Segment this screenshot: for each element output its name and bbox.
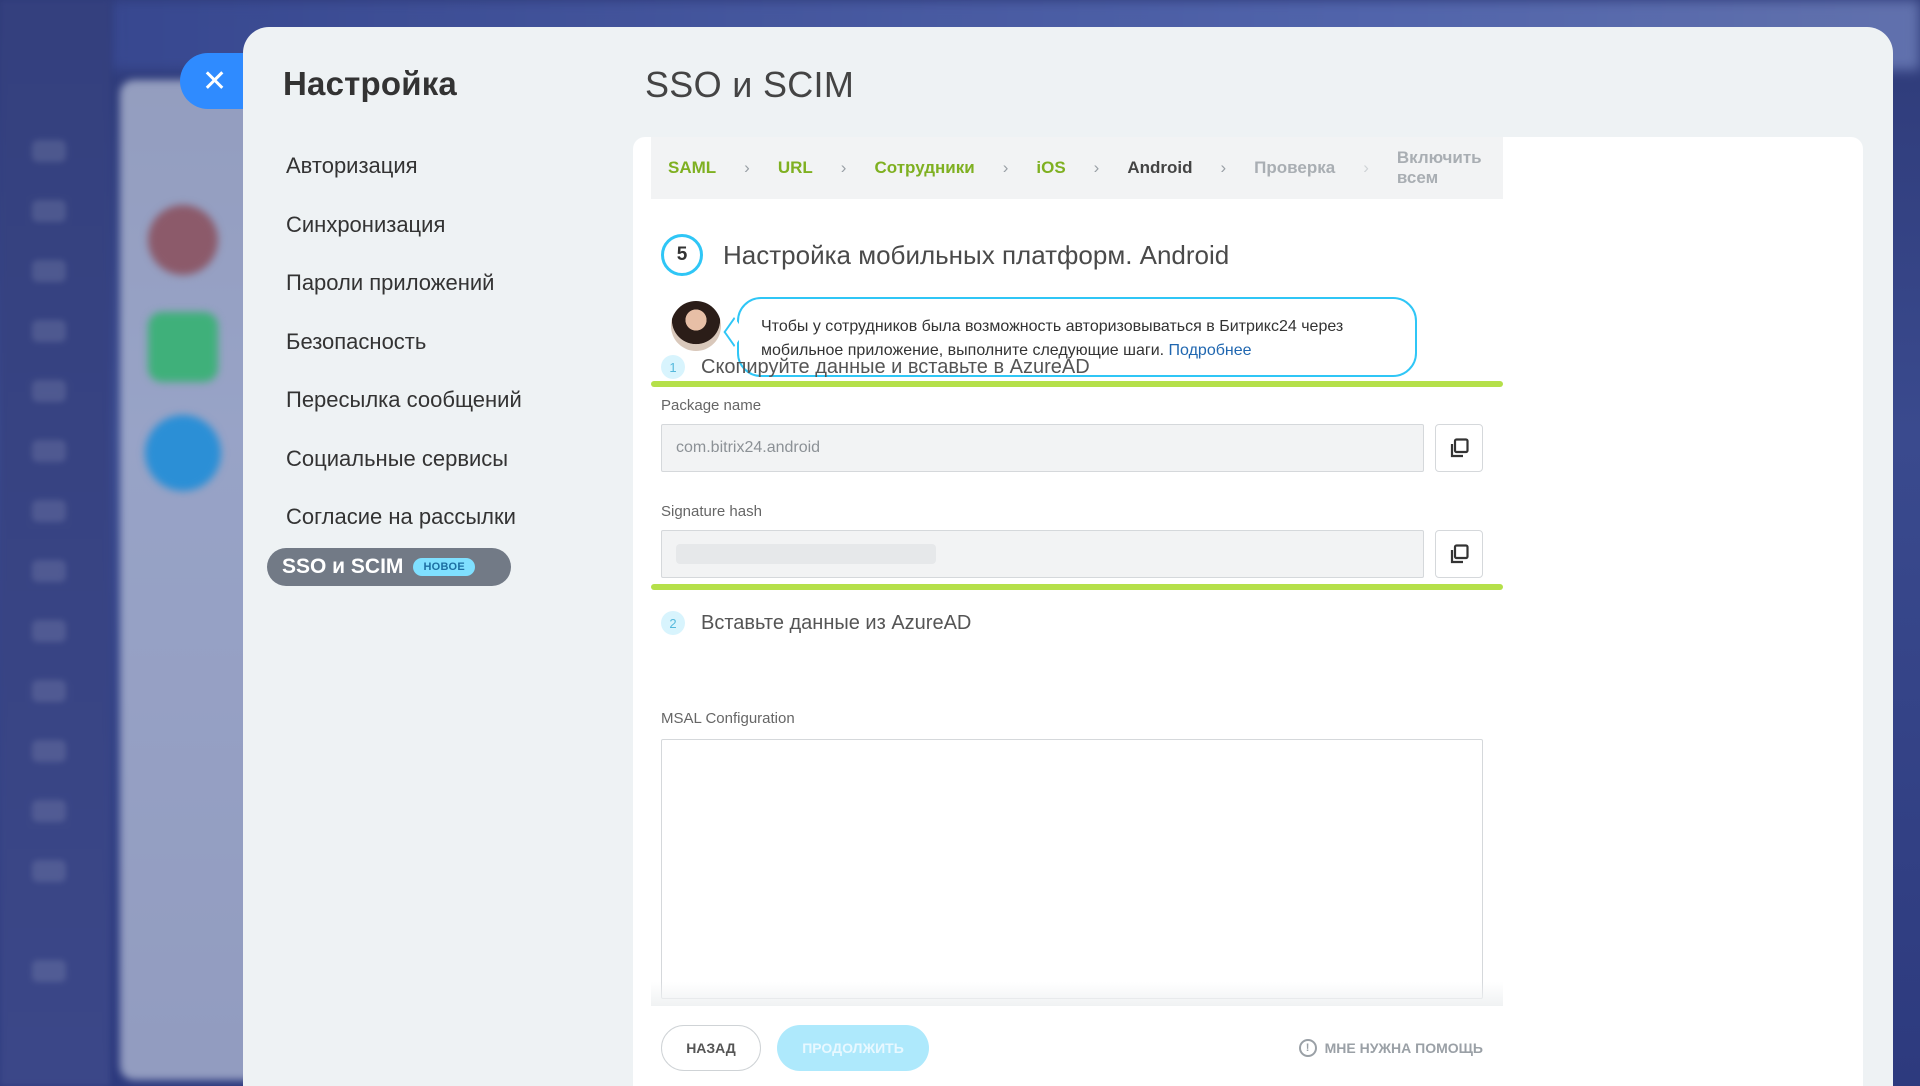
step-check: Проверка (1254, 158, 1336, 177)
section-copy-header: 1 Скопируйте данные и вставьте в AzureAD (661, 355, 1090, 379)
copy-icon (1450, 544, 1469, 564)
msal-label: MSAL Configuration (661, 710, 795, 727)
chevron-right-icon: › (840, 158, 847, 177)
assistant-avatar (671, 301, 721, 351)
background-avatar (145, 415, 221, 491)
step-android[interactable]: Android (1127, 158, 1192, 178)
info-icon: ! (1298, 1039, 1317, 1057)
copy-package-name-button[interactable] (1435, 424, 1483, 472)
wizard-footer: НАЗАД ПРОДОЛЖИТЬ ! МНЕ НУЖНА ПОМОЩЬ (651, 1017, 1503, 1077)
copy-signature-hash-button[interactable] (1435, 530, 1483, 578)
step-number: 5 (661, 234, 703, 276)
settings-menu: Авторизация Синхронизация Пароли приложе… (267, 137, 527, 586)
step-ios[interactable]: iOS (1036, 158, 1065, 178)
section-paste-header: 2 Вставьте данные из AzureAD (661, 611, 971, 635)
sso-wizard: SAML › URL › Сотрудники › iOS › Android … (651, 137, 1503, 1071)
copy-icon (1450, 438, 1469, 458)
help-label: МНЕ НУЖНА ПОМОЩЬ (1324, 1040, 1483, 1056)
menu-item-social-services[interactable]: Социальные сервисы (267, 430, 527, 489)
menu-item-authorization[interactable]: Авторизация (267, 137, 527, 196)
step-saml[interactable]: SAML (668, 158, 716, 178)
chevron-right-icon: › (744, 158, 750, 177)
menu-item-mailing-consent[interactable]: Согласие на рассылки (267, 488, 527, 547)
section-number: 1 (661, 355, 685, 379)
menu-item-sync[interactable]: Синхронизация (267, 196, 527, 255)
section-number: 2 (661, 611, 685, 635)
content-panel: SAML › URL › Сотрудники › iOS › Android … (633, 137, 1863, 1086)
section-title: Вставьте данные из AzureAD (701, 611, 972, 634)
settings-title: Настройка (283, 65, 457, 102)
step-enable-all: Включить всем (1396, 148, 1482, 187)
menu-item-sso-scim[interactable]: SSO и SCIM НОВОЕ (267, 547, 511, 586)
highlight-line (651, 381, 1503, 387)
package-name-label: Package name (661, 397, 762, 414)
package-name-field[interactable]: com.bitrix24.android (661, 424, 1424, 472)
msal-config-textarea[interactable] (661, 739, 1483, 999)
chevron-right-icon: › (1363, 158, 1369, 177)
hint-text: Чтобы у сотрудников была возможность авт… (761, 318, 1344, 359)
help-link[interactable]: ! МНЕ НУЖНА ПОМОЩЬ (1298, 1039, 1483, 1057)
step-url[interactable]: URL (778, 158, 813, 178)
menu-item-security[interactable]: Безопасность (267, 313, 527, 372)
background-sidebar (0, 0, 110, 1086)
step-employees[interactable]: Сотрудники (874, 158, 974, 178)
highlight-line (651, 584, 1503, 590)
close-icon: ✕ (202, 64, 228, 98)
step-title: Настройка мобильных платформ. Android (723, 239, 1230, 270)
page-title: SSO и SCIM (645, 64, 855, 105)
chevron-right-icon: › (1220, 158, 1227, 177)
more-link[interactable]: Подробнее (1169, 342, 1252, 359)
back-button[interactable]: НАЗАД (661, 1025, 761, 1071)
step-header: 5 Настройка мобильных платформ. Android (661, 234, 1229, 276)
redacted-value (676, 544, 936, 564)
chevron-right-icon: › (1002, 158, 1009, 177)
signature-hash-field[interactable] (661, 530, 1424, 578)
continue-button[interactable]: ПРОДОЛЖИТЬ (777, 1025, 929, 1071)
menu-item-app-passwords[interactable]: Пароли приложений (267, 254, 527, 313)
menu-item-label: SSO и SCIM (282, 554, 404, 578)
signature-hash-label: Signature hash (661, 503, 762, 520)
close-slider-button[interactable]: ✕ (180, 53, 250, 109)
section-title: Скопируйте данные и вставьте в AzureAD (701, 355, 1090, 378)
settings-slider: Настройка Авторизация Синхронизация Паро… (243, 27, 1893, 1086)
package-name-value: com.bitrix24.android (676, 439, 821, 456)
chevron-right-icon: › (1093, 158, 1100, 177)
new-badge: НОВОЕ (413, 557, 476, 576)
background-avatar (148, 205, 218, 275)
menu-item-message-forwarding[interactable]: Пересылка сообщений (267, 371, 527, 430)
scroll-fade (651, 982, 1503, 1006)
background-avatar (148, 312, 218, 382)
wizard-steps: SAML › URL › Сотрудники › iOS › Android … (651, 137, 1503, 199)
